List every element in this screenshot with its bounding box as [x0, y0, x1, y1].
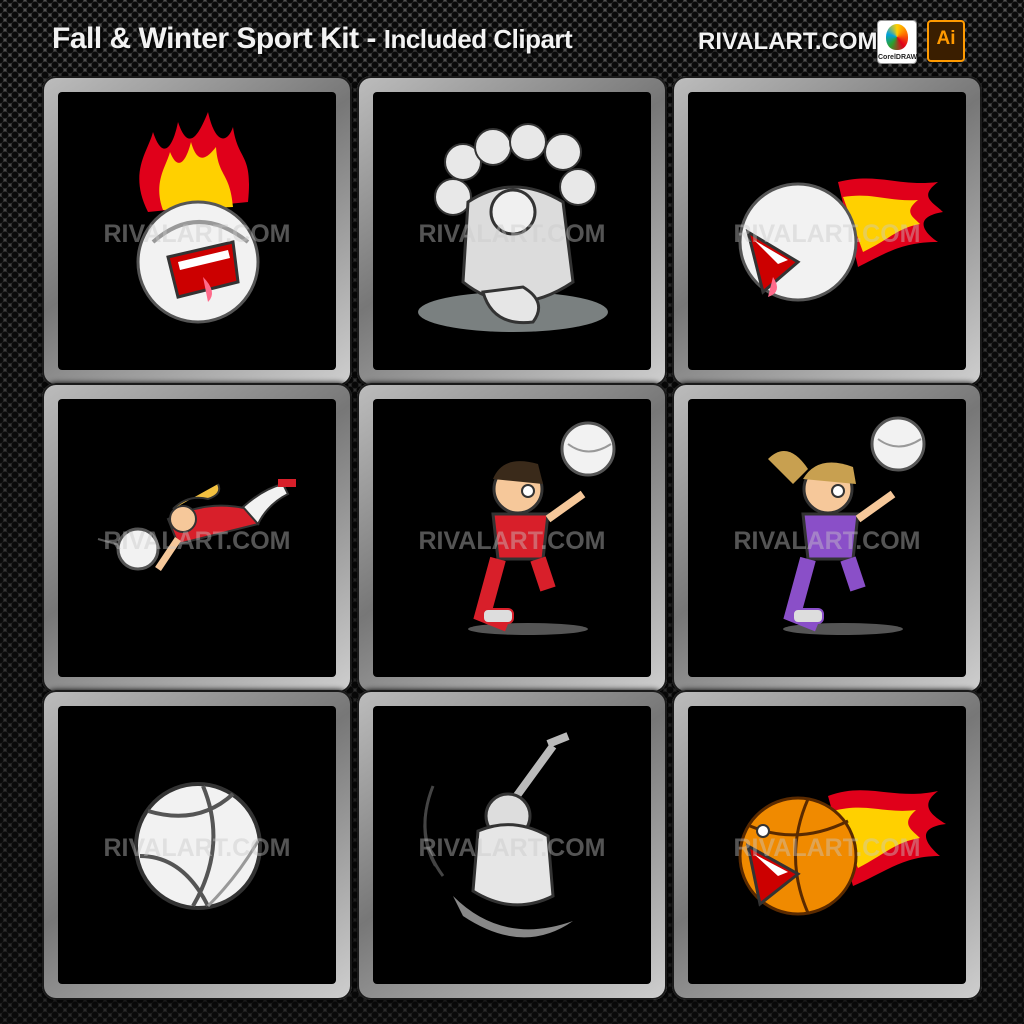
clipart-tile[interactable]: RIVALART.COM [357, 690, 667, 1000]
clipart-tile[interactable]: RIVALART.COM [672, 690, 982, 1000]
clipart-tile[interactable]: RIVALART.COM [42, 690, 352, 1000]
volleyball-fire-icon [738, 178, 943, 302]
title-text: Fall & Winter Sport Kit [52, 22, 359, 55]
volleyball-player-icon [768, 416, 926, 635]
clipart-grid: RIVALART.COM RIVALART.COM RIVALART.COM R… [42, 76, 982, 1016]
volleyball-player-icon [97, 479, 296, 571]
clipart-tile[interactable]: RIVALART.COM [357, 383, 667, 693]
brand-name: RIVALART.COM [698, 28, 878, 55]
balloon-icon [886, 24, 908, 50]
clipart-tile[interactable]: RIVALART.COM [42, 383, 352, 693]
clipart-tile[interactable]: RIVALART.COM [357, 76, 667, 386]
title-separator: - [358, 22, 384, 55]
hockey-player-icon [423, 732, 573, 938]
page-title: Fall & Winter Sport Kit - Included Clipa… [52, 22, 573, 56]
volleyball-player-icon [468, 421, 616, 635]
clipart-tile[interactable]: RIVALART.COM [672, 76, 982, 386]
clipart-tile[interactable]: RIVALART.COM [672, 383, 982, 693]
coreldraw-logo-icon: CorelDRAW [877, 20, 917, 64]
volleyball-icon [134, 782, 262, 910]
volleyball-fire-icon [136, 112, 260, 324]
header: Fall & Winter Sport Kit - Included Clipa… [0, 0, 1024, 80]
clipart-tile[interactable]: RIVALART.COM [42, 76, 352, 386]
illustrator-logo-icon: Ai [927, 20, 965, 62]
basketball-fire-icon [738, 790, 946, 916]
subtitle-text: Included Clipart [383, 24, 573, 54]
football-monster-icon [418, 123, 608, 332]
